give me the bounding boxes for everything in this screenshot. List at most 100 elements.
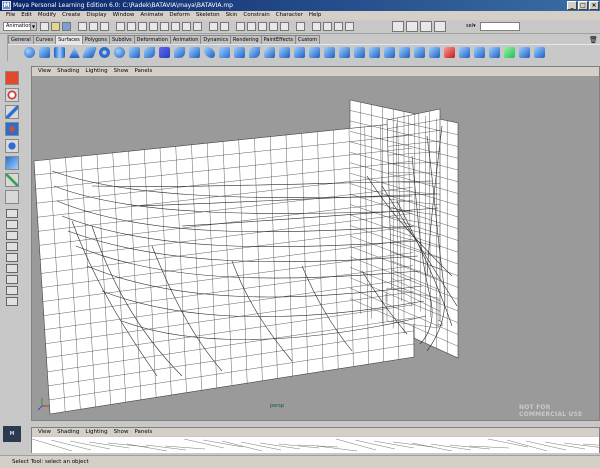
layout-graph-editor-icon[interactable] (6, 264, 18, 273)
mask-handles-icon[interactable] (116, 22, 125, 31)
new-scene-icon[interactable] (40, 22, 49, 31)
menu-skin[interactable]: Skin (223, 11, 241, 20)
menu-window[interactable]: Window (110, 11, 138, 20)
menu-modify[interactable]: Modify (35, 11, 59, 20)
mask-surfaces-icon[interactable] (149, 22, 158, 31)
layout-outliner-icon[interactable] (6, 253, 18, 262)
maximize-icon[interactable]: □ (578, 1, 588, 10)
birail-icon[interactable] (204, 47, 215, 58)
tab-animation[interactable]: Animation (169, 35, 202, 44)
snap-view-plane-icon[interactable] (269, 22, 278, 31)
render-view-icon[interactable] (312, 22, 321, 31)
make-live-icon[interactable] (280, 22, 289, 31)
save-scene-icon[interactable] (62, 22, 71, 31)
round-tool-icon[interactable] (444, 47, 455, 58)
layout-two-horizontal-icon[interactable] (6, 242, 18, 251)
menu-edit[interactable]: Edit (18, 11, 35, 20)
tab-curves[interactable]: Curves (32, 35, 57, 44)
intersect-icon[interactable] (279, 47, 290, 58)
extrude-icon[interactable] (189, 47, 200, 58)
nurbs-circle-icon[interactable] (114, 47, 125, 58)
panel-menu-panels[interactable]: Panels (131, 67, 155, 76)
perspective-viewport[interactable]: View Shading Lighting Show Panels (31, 66, 600, 421)
menu-skeleton[interactable]: Skeleton (193, 11, 223, 20)
nurbs-square-icon[interactable] (129, 47, 140, 58)
attach-icon[interactable] (324, 47, 335, 58)
insert-isoparm-icon[interactable] (384, 47, 395, 58)
mask-deformers-icon[interactable] (160, 22, 169, 31)
bottom-menu-view[interactable]: View (35, 428, 54, 436)
shelf-menu-button[interactable] (0, 35, 8, 61)
nurbs-torus-icon[interactable] (99, 47, 110, 58)
ipr-render-icon[interactable] (334, 22, 343, 31)
layout-render-view-icon[interactable] (6, 297, 18, 306)
last-tool-icon[interactable] (5, 190, 19, 204)
mask-dynamics-icon[interactable] (171, 22, 180, 31)
nurbs-plane-icon[interactable] (81, 47, 98, 58)
menu-animate[interactable]: Animate (137, 11, 166, 20)
nurbs-sphere-icon[interactable] (24, 47, 35, 58)
menu-deform[interactable]: Deform (166, 11, 192, 20)
tab-polygons[interactable]: Polygons (81, 35, 110, 44)
bottom-menu-shading[interactable]: Shading (54, 428, 82, 436)
construction-history-icon[interactable] (296, 22, 305, 31)
select-component-icon[interactable] (100, 22, 109, 31)
tab-general[interactable]: General (8, 35, 34, 44)
select-hierarchy-icon[interactable] (78, 22, 87, 31)
menu-set-select[interactable]: Animation ▼ (3, 22, 37, 31)
menu-help[interactable]: Help (306, 11, 325, 20)
untrim-icon[interactable] (309, 47, 320, 58)
layout-hypershade-icon[interactable] (6, 275, 18, 284)
boolean-icon[interactable] (504, 47, 515, 58)
layout-single-icon[interactable] (6, 209, 18, 218)
render-globals-icon[interactable] (345, 22, 354, 31)
lock-selection-icon[interactable] (209, 22, 218, 31)
align-icon[interactable] (354, 47, 365, 58)
tab-subdivs[interactable]: Subdivs (109, 35, 135, 44)
lasso-tool-icon[interactable] (5, 88, 19, 102)
select-object-icon[interactable] (89, 22, 98, 31)
scale-tool-icon[interactable] (5, 156, 19, 170)
bevel-icon[interactable] (249, 47, 260, 58)
rotate-tool-icon[interactable] (5, 139, 19, 153)
tab-custom[interactable]: Custom (294, 35, 321, 44)
square-surface-icon[interactable] (234, 47, 245, 58)
snap-grid-icon[interactable] (236, 22, 245, 31)
extend-icon[interactable] (399, 47, 410, 58)
layout-dope-sheet-icon[interactable] (6, 286, 18, 295)
sculpt-icon[interactable] (474, 47, 485, 58)
panel-menu-lighting[interactable]: Lighting (82, 67, 110, 76)
select-tool-icon[interactable] (5, 71, 19, 85)
menu-character[interactable]: Character (273, 11, 306, 20)
reverse-direction-icon[interactable] (519, 47, 530, 58)
open-scene-icon[interactable] (51, 22, 60, 31)
revolve-icon[interactable] (144, 47, 155, 58)
mask-curves-icon[interactable] (138, 22, 147, 31)
surface-editing-icon[interactable] (489, 47, 500, 58)
panel-menu-shading[interactable]: Shading (54, 67, 82, 76)
detach-icon[interactable] (339, 47, 350, 58)
snap-point-icon[interactable] (258, 22, 267, 31)
bottom-menu-show[interactable]: Show (111, 428, 132, 436)
snap-curve-icon[interactable] (247, 22, 256, 31)
nurbs-cone-icon[interactable] (69, 47, 80, 58)
paint-select-tool-icon[interactable] (5, 105, 19, 119)
trim-icon[interactable] (294, 47, 305, 58)
manipulator-tool-icon[interactable] (5, 173, 19, 187)
tab-surfaces[interactable]: Surfaces (55, 35, 83, 44)
panel-menu-view[interactable]: View (35, 67, 54, 76)
scene-view[interactable] (32, 76, 599, 420)
bottom-panel-view[interactable] (31, 437, 600, 453)
show-channel-box-icon[interactable] (420, 21, 432, 32)
layout-four-icon[interactable] (6, 220, 18, 229)
bottom-menu-lighting[interactable]: Lighting (82, 428, 110, 436)
bottom-menu-panels[interactable]: Panels (131, 428, 155, 436)
project-curve-icon[interactable] (264, 47, 275, 58)
show-attribute-editor-icon[interactable] (392, 21, 404, 32)
tab-painteffects[interactable]: PaintEffects (260, 35, 296, 44)
quick-selection-field[interactable] (480, 22, 520, 31)
show-layer-editor-icon[interactable] (434, 21, 446, 32)
tab-rendering[interactable]: Rendering (230, 35, 262, 44)
stitch-icon[interactable] (459, 47, 470, 58)
tab-dynamics[interactable]: Dynamics (200, 35, 232, 44)
